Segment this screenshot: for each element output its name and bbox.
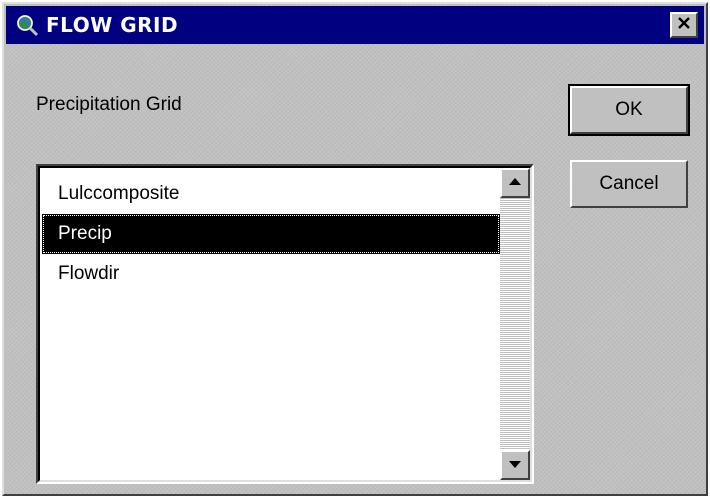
grid-listbox[interactable]: Lulccomposite Precip Flowdir [36,164,534,484]
precipitation-grid-label: Precipitation Grid [36,94,182,115]
close-button[interactable] [670,12,698,38]
list-item-lulccomposite[interactable]: Lulccomposite [42,174,500,214]
flow-grid-dialog: FLOW GRID Precipitation Grid Lulccomposi… [2,2,708,496]
ok-button[interactable]: OK [568,84,690,136]
globe-magnifier-icon [14,12,40,38]
scroll-up-button[interactable] [500,168,530,198]
cancel-button[interactable]: Cancel [570,160,688,208]
list-item-precip[interactable]: Precip [42,214,500,254]
close-icon [677,16,691,35]
vertical-scrollbar[interactable] [500,168,530,480]
listbox-frame: Lulccomposite Precip Flowdir [38,166,532,482]
scroll-down-button[interactable] [500,450,530,480]
title-bar[interactable]: FLOW GRID [6,6,704,44]
window-title: FLOW GRID [46,13,179,37]
grid-list-items: Lulccomposite Precip Flowdir [40,174,502,294]
scroll-up-arrow-icon [508,174,522,192]
scroll-down-arrow-icon [508,456,522,474]
list-item-flowdir[interactable]: Flowdir [42,254,500,294]
